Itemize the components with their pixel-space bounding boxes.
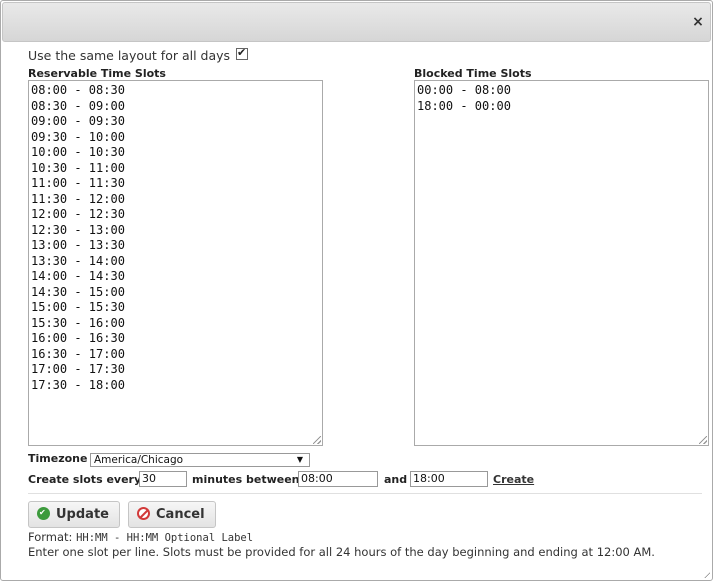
time-slot-line: 08:00 - 08:30 bbox=[31, 83, 125, 97]
slot-interval-input[interactable]: 30 bbox=[139, 471, 187, 487]
create-slots-label: Create slots every bbox=[28, 473, 142, 486]
timezone-label: Timezone bbox=[28, 452, 88, 465]
time-slot-line: 18:00 - 00:00 bbox=[417, 98, 511, 113]
time-slot-line: 12:30 - 13:00 bbox=[31, 222, 125, 237]
cancel-circle-icon bbox=[137, 507, 150, 520]
time-slot-line: 11:30 - 12:00 bbox=[31, 191, 125, 206]
close-icon[interactable]: × bbox=[690, 14, 706, 30]
time-slot-line: 09:30 - 10:00 bbox=[31, 129, 125, 144]
reservation-layout-dialog: × Use the same layout for all days Reser… bbox=[0, 0, 713, 581]
time-slot-line: 14:30 - 15:00 bbox=[31, 284, 125, 299]
cancel-button-label: Cancel bbox=[156, 507, 205, 522]
blocked-slots-textarea[interactable]: 00:00 - 08:00 18:00 - 00:00 bbox=[414, 80, 709, 446]
time-slot-line: 13:30 - 14:00 bbox=[31, 253, 125, 268]
time-slot-line: 10:30 - 11:00 bbox=[31, 160, 125, 175]
time-slot-line: 17:30 - 18:00 bbox=[31, 377, 125, 392]
time-slot-line: 10:00 - 10:30 bbox=[31, 145, 125, 159]
create-slots-link[interactable]: Create bbox=[493, 473, 534, 486]
time-slot-line: 11:00 - 11:30 bbox=[31, 176, 125, 190]
time-slot-line: 17:00 - 17:30 bbox=[31, 362, 125, 376]
time-slot-line: 08:30 - 09:00 bbox=[31, 98, 125, 113]
update-button-label: Update bbox=[56, 507, 109, 522]
same-layout-checkbox[interactable] bbox=[236, 46, 249, 60]
checkmark-circle-icon bbox=[37, 506, 50, 520]
format-example: HH:MM - HH:MM Optional Label bbox=[76, 532, 254, 544]
time-slot-line: 12:00 - 12:30 bbox=[31, 207, 125, 221]
resize-grip-icon[interactable] bbox=[313, 436, 321, 444]
time-slot-line: 00:00 - 08:00 bbox=[417, 83, 511, 97]
format-hint: Format: HH:MM - HH:MM Optional Label bbox=[28, 530, 253, 544]
update-button[interactable]: Update bbox=[28, 501, 120, 528]
blocked-slots-label: Blocked Time Slots bbox=[414, 67, 532, 80]
timezone-select[interactable]: America/Chicago ▼ bbox=[90, 453, 310, 467]
time-slot-line: 16:30 - 17:00 bbox=[31, 346, 125, 361]
dialog-titlebar[interactable]: × bbox=[2, 2, 711, 42]
dropdown-arrow-icon: ▼ bbox=[296, 455, 303, 464]
reservable-slots-label: Reservable Time Slots bbox=[28, 67, 166, 80]
cancel-button[interactable]: Cancel bbox=[128, 501, 216, 528]
time-slot-line: 14:00 - 14:30 bbox=[31, 269, 125, 283]
dialog-resize-icon[interactable] bbox=[704, 572, 710, 578]
divider bbox=[28, 493, 702, 494]
instructions-text: Enter one slot per line. Slots must be p… bbox=[28, 545, 655, 559]
time-slot-line: 13:00 - 13:30 bbox=[31, 238, 125, 252]
same-layout-option: Use the same layout for all days bbox=[28, 46, 249, 63]
resize-grip-icon[interactable] bbox=[699, 436, 707, 444]
same-layout-label: Use the same layout for all days bbox=[28, 48, 231, 63]
time-slot-line: 16:00 - 16:30 bbox=[31, 331, 125, 345]
time-slot-line: 15:00 - 15:30 bbox=[31, 300, 125, 314]
end-time-input[interactable]: 18:00 bbox=[410, 471, 488, 487]
time-slot-line: 09:00 - 09:30 bbox=[31, 114, 125, 128]
timezone-value: America/Chicago bbox=[94, 454, 184, 466]
format-prefix: Format: bbox=[28, 530, 73, 544]
reservable-slots-textarea[interactable]: 08:00 - 08:30 08:30 - 09:00 09:00 - 09:30 0… bbox=[28, 80, 323, 446]
start-time-input[interactable]: 08:00 bbox=[298, 471, 378, 487]
time-slot-line: 15:30 - 16:00 bbox=[31, 315, 125, 330]
minutes-between-label: minutes between bbox=[192, 473, 300, 486]
and-label: and bbox=[384, 473, 408, 486]
